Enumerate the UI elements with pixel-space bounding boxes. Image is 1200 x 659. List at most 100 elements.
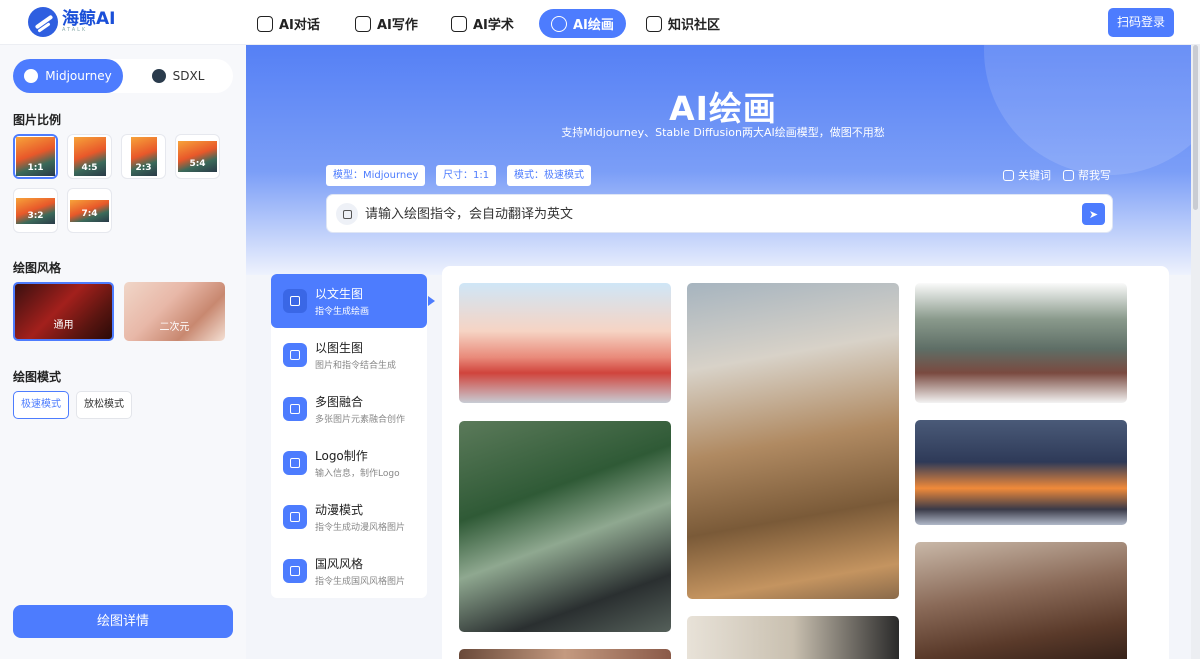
logo-icon (283, 451, 307, 475)
hero-banner: AI绘画 支持Midjourney、Stable Diffusion两大AI绘画… (246, 45, 1200, 275)
image-icon (283, 289, 307, 313)
active-mode-pointer (428, 296, 435, 306)
model-midjourney-button[interactable]: Midjourney (13, 59, 123, 93)
scan-login-button[interactable]: 扫码登录 (1108, 8, 1174, 37)
whale-logo-icon (28, 7, 58, 37)
nav-label: AI对话 (279, 18, 320, 33)
main-content: AI绘画 支持Midjourney、Stable Diffusion两大AI绘画… (246, 45, 1200, 659)
edit-icon (1063, 169, 1074, 181)
mode-tag: 模式：极速模式 (507, 165, 591, 186)
ratio-option-5-4[interactable]: 5:4 (175, 134, 220, 179)
style-heading: 绘图风格 (13, 261, 62, 275)
mode-title: 以文生图 (315, 287, 364, 301)
top-navigation-bar: 海鲸AI ATALK AI对话 AI写作 AI学术 AI绘画 知识社区 扫码登录 (0, 0, 1200, 45)
mode-title: 以图生图 (315, 341, 364, 355)
drawing-details-button[interactable]: 绘图详情 (13, 605, 233, 638)
gallery-image-campfire[interactable] (915, 420, 1127, 525)
mode-title: 动漫模式 (315, 503, 364, 517)
mode-desc: 多张图片元素融合创作 (315, 415, 406, 425)
example-gallery (442, 266, 1169, 659)
scrollbar-thumb[interactable] (1193, 45, 1198, 210)
mode-logo-maker[interactable]: Logo制作输入信息，制作Logo (271, 436, 427, 490)
ratio-thumbnail: 5:4 (178, 141, 217, 172)
image-icon (283, 397, 307, 421)
page-subtitle: 支持Midjourney、Stable Diffusion两大AI绘画模型，做图… (561, 126, 885, 139)
brush-icon (283, 559, 307, 583)
sparkle-icon (283, 505, 307, 529)
keyword-link[interactable]: 关键词 (1003, 167, 1051, 183)
model-label: Midjourney (45, 69, 112, 83)
mode-desc: 输入信息，制作Logo (315, 469, 400, 479)
keyword-link-label: 关键词 (1018, 169, 1051, 182)
mode-heading: 绘图模式 (13, 370, 62, 384)
nav-ai-painting[interactable]: AI绘画 (539, 9, 626, 38)
relax-mode-button[interactable]: 放松模式 (76, 391, 132, 419)
palette-icon (551, 15, 567, 32)
mode-anime[interactable]: 动漫模式指令生成动漫风格图片 (271, 490, 427, 544)
mode-multi-image-blend[interactable]: 多图融合多张图片元素融合创作 (271, 382, 427, 436)
mode-desc: 指令生成动漫风格图片 (315, 523, 406, 533)
ratio-option-3-2[interactable]: 3:2 (13, 188, 58, 233)
model-sdxl-button[interactable]: SDXL (123, 59, 233, 93)
mode-title: 多图融合 (315, 395, 364, 409)
ratio-heading: 图片比例 (13, 113, 62, 127)
gallery-image-wooden-model[interactable] (687, 283, 899, 599)
brand-name: 海鲸AI (62, 9, 116, 29)
page-scrollbar[interactable] (1191, 45, 1200, 659)
image-icon (283, 343, 307, 367)
nav-label: AI绘画 (573, 18, 614, 33)
chat-bubble-icon (257, 15, 273, 32)
ratio-thumbnail: 4:5 (73, 137, 106, 176)
nav-knowledge-community[interactable]: 知识社区 (634, 9, 732, 38)
mode-desc: 指令生成绘画 (315, 307, 370, 317)
ratio-option-7-4[interactable]: 7:4 (67, 188, 112, 233)
document-icon (355, 15, 371, 32)
nav-ai-chat[interactable]: AI对话 (245, 9, 332, 38)
nav-ai-writing[interactable]: AI写作 (343, 9, 430, 38)
style-label: 通用 (53, 320, 74, 331)
sdxl-icon (151, 69, 166, 83)
prompt-input[interactable] (365, 202, 1065, 226)
grid-icon[interactable] (336, 203, 358, 225)
size-tag: 尺寸：1:1 (436, 165, 497, 186)
style-option-anime[interactable]: 二次元 (124, 282, 225, 341)
mode-desc: 图片和指令结合生成 (315, 361, 397, 371)
creation-mode-list: 以文生图 指令生成绘画 以图生图 图片和指令结合生成 多图融合 多张图片元素融合创作 … (271, 274, 427, 598)
mode-title: 国风风格 (315, 557, 364, 571)
prompt-box: ➤ (326, 194, 1113, 233)
ratio-thumbnail: 1:1 (16, 137, 55, 176)
nav-label: AI学术 (473, 18, 514, 33)
help-write-link[interactable]: 帮我写 (1063, 167, 1111, 183)
gallery-image-ancient-town[interactable] (915, 542, 1127, 659)
gallery-image-monsters[interactable] (915, 283, 1127, 403)
fast-mode-button[interactable]: 极速模式 (13, 391, 69, 419)
mode-text-to-image[interactable]: 以文生图指令生成绘画 (271, 274, 427, 328)
ratio-option-4-5[interactable]: 4:5 (67, 134, 112, 179)
graduation-cap-icon (451, 15, 467, 32)
ratio-option-2-3[interactable]: 2:3 (121, 134, 166, 179)
mode-image-to-image[interactable]: 以图生图图片和指令结合生成 (271, 328, 427, 382)
gallery-image-partial[interactable] (687, 616, 899, 659)
mode-chinese-style[interactable]: 国风风格指令生成国风风格图片 (271, 544, 427, 598)
page-title: AI绘画 (669, 89, 777, 128)
gallery-image-green-office[interactable] (459, 421, 671, 632)
nav-label: 知识社区 (668, 18, 721, 33)
nav-label: AI写作 (377, 18, 418, 33)
ratio-thumbnail: 7:4 (70, 199, 109, 222)
mode-title: Logo制作 (315, 449, 368, 463)
book-icon (646, 15, 662, 32)
gallery-image-partial[interactable] (459, 649, 671, 659)
ratio-thumbnail: 2:3 (130, 137, 157, 176)
settings-sidebar: Midjourney SDXL 图片比例 1:1 4:5 2:3 5:4 3:2… (0, 45, 246, 659)
nav-ai-academic[interactable]: AI学术 (439, 9, 526, 38)
ratio-thumbnail: 3:2 (16, 197, 55, 224)
style-option-general[interactable]: 通用 (13, 282, 114, 341)
mode-desc: 指令生成国风风格图片 (315, 577, 406, 587)
send-icon[interactable]: ➤ (1082, 203, 1105, 225)
model-label: SDXL (172, 69, 205, 83)
ratio-option-1-1[interactable]: 1:1 (13, 134, 58, 179)
gallery-image-city-street[interactable] (459, 283, 671, 403)
brand-logo[interactable]: 海鲸AI ATALK (28, 7, 115, 37)
model-switcher: Midjourney SDXL (13, 59, 233, 93)
keyword-icon (1003, 169, 1014, 181)
